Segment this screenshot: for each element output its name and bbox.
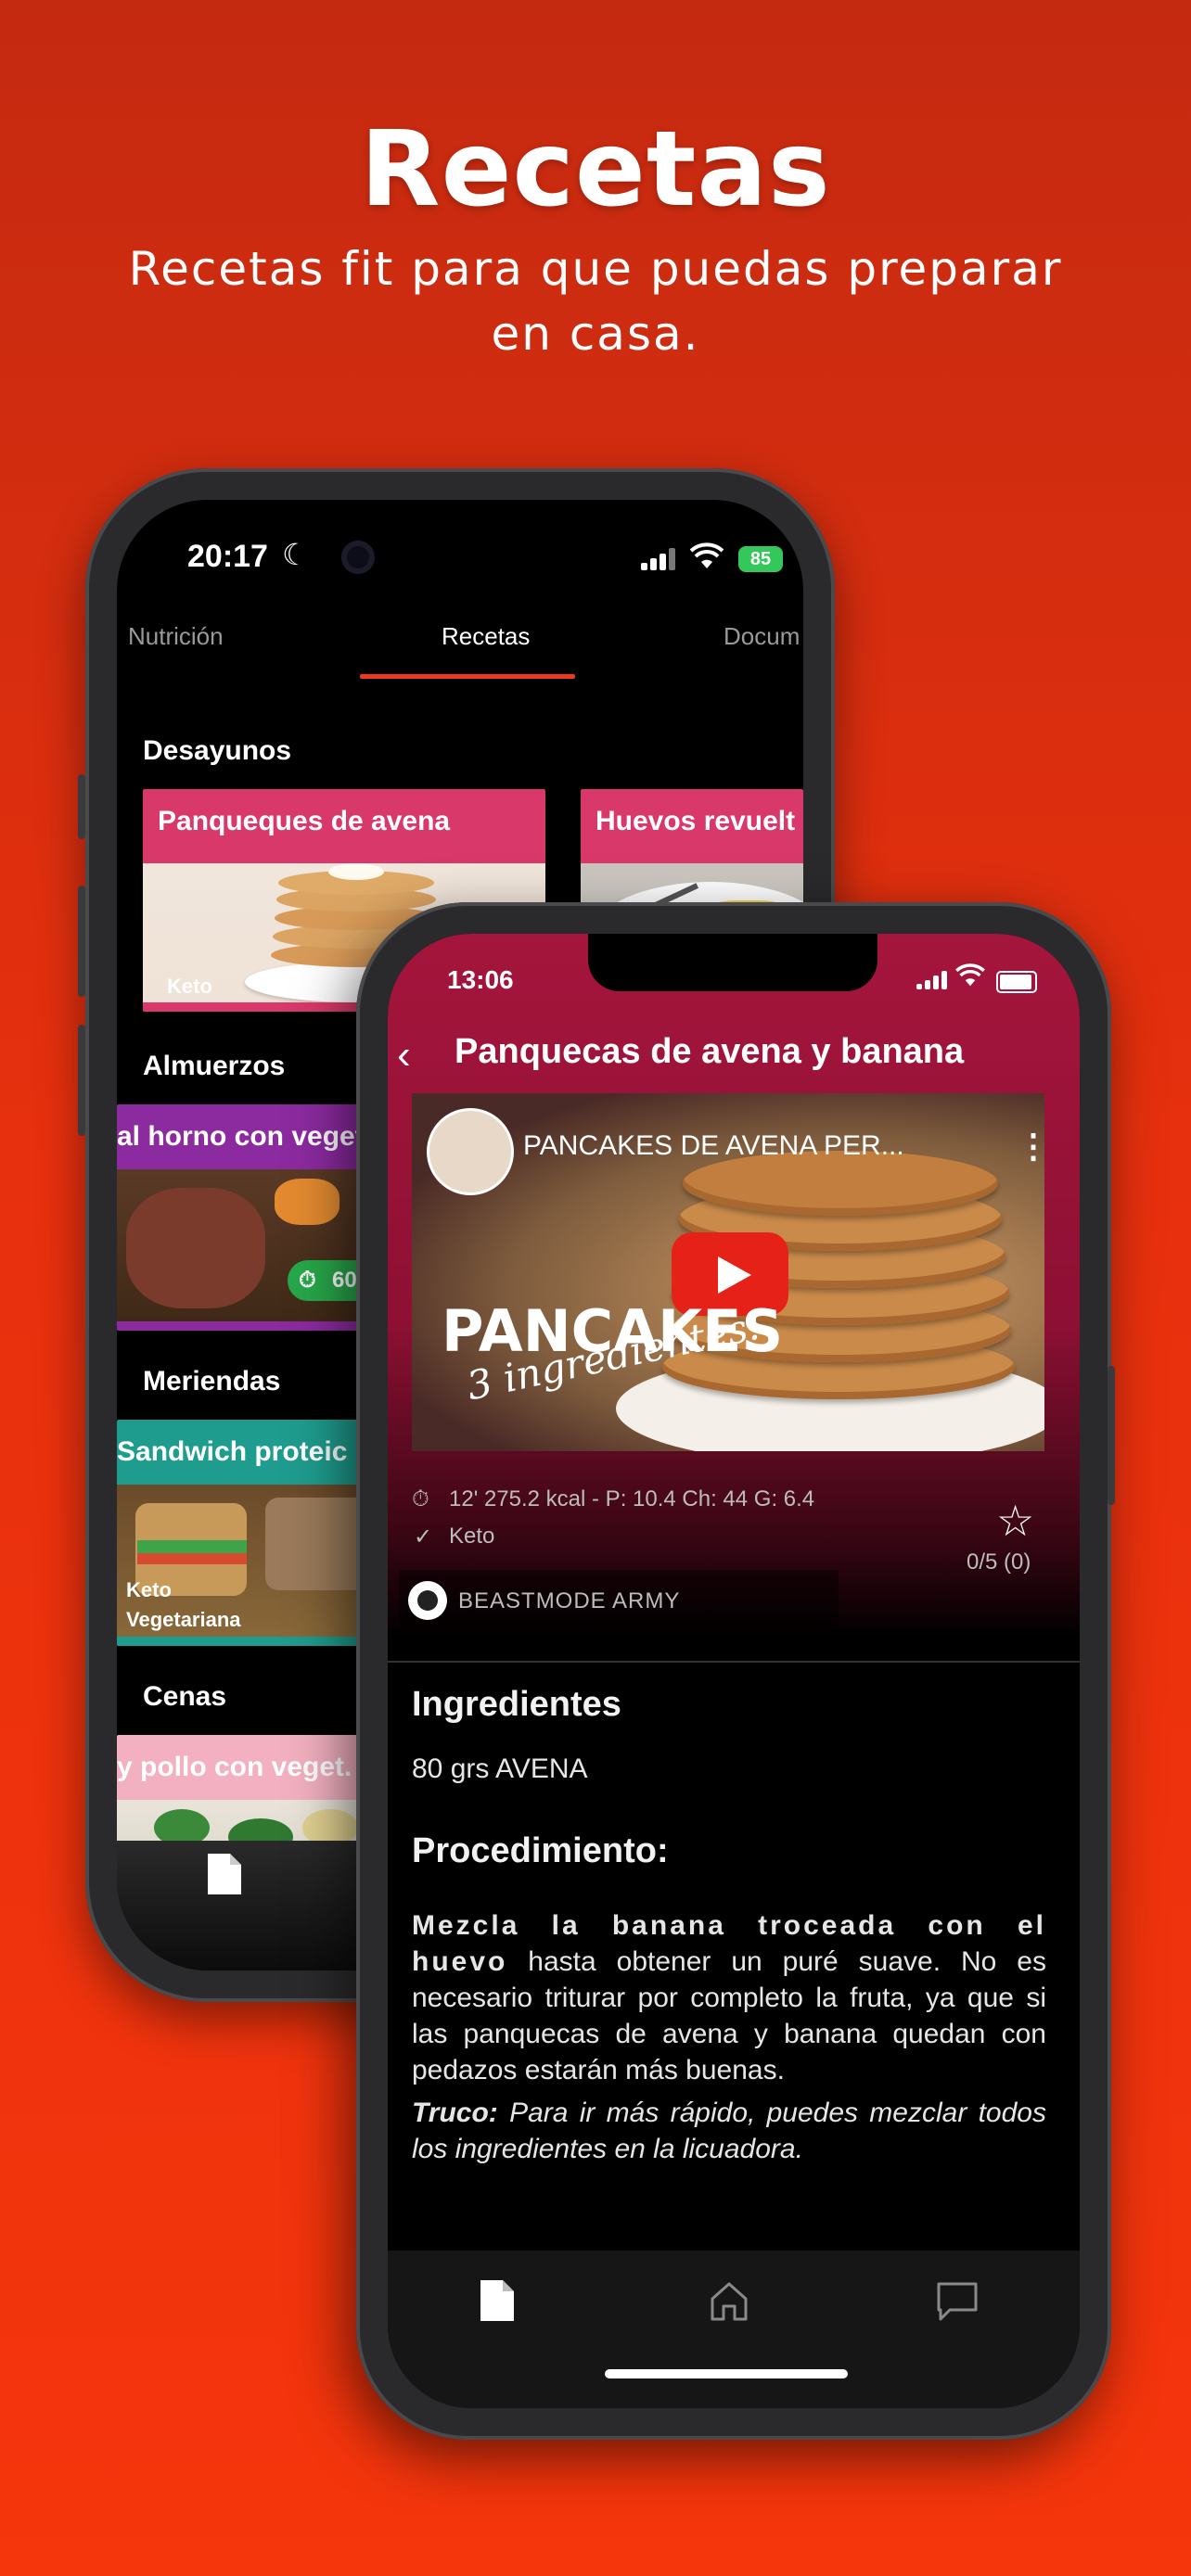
- back-chevron-icon[interactable]: ‹: [397, 1032, 411, 1078]
- author-name: BEASTMODE ARMY: [458, 1588, 681, 1613]
- front-camera: [341, 541, 375, 574]
- wifi-icon: [689, 542, 724, 578]
- section-cenas: Cenas: [143, 1681, 227, 1712]
- hero-title: Recetas: [360, 109, 831, 230]
- hero-subtitle: Recetas fit para que puedas preparar en …: [128, 242, 1063, 361]
- recipe-card[interactable]: al horno con veget ⏱ 60: [117, 1104, 386, 1331]
- top-tabs: Nutrición Recetas Docum: [117, 602, 803, 676]
- section-almuerzos: Almuerzos: [143, 1051, 286, 1081]
- ingredients-heading: Ingredientes: [412, 1685, 621, 1724]
- bottom-tabbar: [388, 2251, 1080, 2408]
- status-time: 13:06: [447, 965, 514, 994]
- star-icon[interactable]: ☆: [996, 1496, 1034, 1546]
- nutrition-info: 12' 275.2 kcal - P: 10.4 Ch: 44 G: 6.4: [449, 1486, 815, 1511]
- tab-documentos[interactable]: Docum: [724, 622, 800, 651]
- time-value: 60: [332, 1268, 357, 1293]
- check-icon: ✓: [414, 1524, 433, 1549]
- recipe-tag: Keto: [167, 975, 212, 998]
- section-meriendas: Meriendas: [143, 1366, 281, 1396]
- recipe-tag: Keto: [126, 1578, 172, 1601]
- moon-icon: ☾: [282, 538, 309, 571]
- recipe-image: [117, 1169, 386, 1331]
- battery-icon: [996, 971, 1037, 993]
- phone-power-button: [1108, 1366, 1115, 1505]
- status-time: 20:17: [187, 539, 268, 574]
- recipe-title: Panqueques de avena: [158, 806, 451, 836]
- more-options-icon[interactable]: ⋮: [1017, 1127, 1044, 1166]
- document-icon[interactable]: [479, 2278, 525, 2325]
- video-title[interactable]: PANCAKES DE AVENA PER...: [523, 1130, 904, 1162]
- video-player[interactable]: PANCAKES DE AVENA PER... ⋮ PANCAKES 3 in…: [412, 1093, 1044, 1451]
- notch: [588, 934, 877, 991]
- phone-volume-down: [78, 1025, 85, 1136]
- author-bar[interactable]: BEASTMODE ARMY: [399, 1570, 839, 1627]
- clock-icon: ⏱: [412, 1486, 429, 1511]
- recipe-title: Huevos revuelt: [596, 806, 796, 836]
- ingredient-item: 80 grs AVENA: [412, 1753, 588, 1784]
- recipe-card[interactable]: Sandwich proteic Keto Vegetariana: [117, 1420, 386, 1646]
- tip-text: Truco: Para ir más rápido, puedes mezcla…: [412, 2095, 1046, 2167]
- channel-avatar[interactable]: [427, 1108, 514, 1195]
- signal-icon: [916, 971, 950, 989]
- divider: [388, 1661, 1080, 1663]
- home-indicator: [605, 2369, 848, 2378]
- status-bar: 20:17 ☾ 85: [117, 500, 803, 602]
- wifi-icon: [955, 963, 985, 994]
- recipe-title: y pollo con veget.: [117, 1752, 352, 1782]
- recipe-title: Panquecas de avena y banana: [455, 1032, 965, 1071]
- author-avatar: [408, 1581, 447, 1620]
- diet-tag: Keto: [449, 1524, 495, 1549]
- home-icon[interactable]: [707, 2278, 753, 2325]
- document-icon[interactable]: [206, 1852, 243, 1901]
- recipe-title: al horno con veget: [117, 1121, 365, 1152]
- procedure-rest: hasta obtener un puré suave. No es neces…: [412, 1946, 1046, 2085]
- clock-icon: ⏱: [299, 1268, 316, 1293]
- front-phone: 13:06 ‹ Panquecas de avena y banana PANC…: [356, 902, 1115, 2440]
- tab-recetas[interactable]: Recetas: [442, 622, 530, 651]
- active-tab-indicator: [360, 674, 575, 679]
- procedure-text: Mezcla la banana troceada con el huevo h…: [412, 1907, 1046, 2088]
- tip-label: Truco:: [412, 2098, 498, 2128]
- recipe-tag: Vegetariana: [126, 1608, 241, 1631]
- recipe-title: Sandwich proteic: [117, 1436, 348, 1467]
- section-desayunos: Desayunos: [143, 735, 292, 766]
- signal-icon: [641, 548, 678, 570]
- procedure-heading: Procedimiento:: [412, 1831, 669, 1870]
- battery-indicator: 85: [738, 546, 783, 572]
- rating-value: 0/5 (0): [967, 1549, 1031, 1575]
- tab-nutricion[interactable]: Nutrición: [128, 622, 224, 651]
- phone-side-button: [78, 774, 85, 839]
- recipe-meta: ⏱ 12' 275.2 kcal - P: 10.4 Ch: 44 G: 6.4…: [388, 1470, 1080, 1637]
- front-phone-screen: 13:06 ‹ Panquecas de avena y banana PANC…: [388, 934, 1080, 2408]
- tip-body: Para ir más rápido, puedes mezclar todos…: [412, 2098, 1046, 2164]
- chat-icon[interactable]: [935, 2278, 981, 2325]
- phone-volume-up: [78, 886, 85, 997]
